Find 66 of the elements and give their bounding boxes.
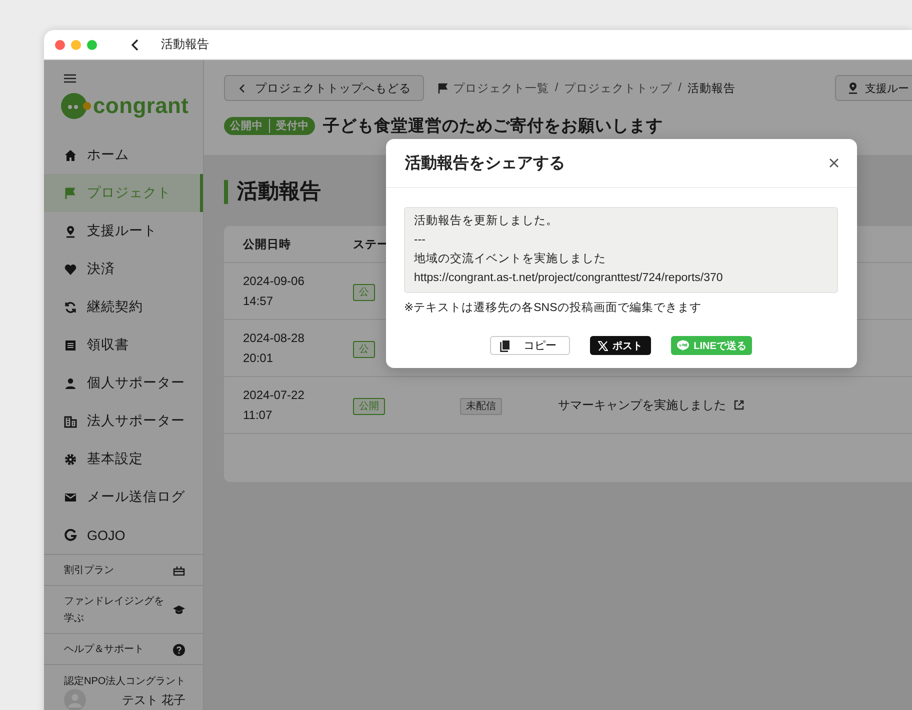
- gear-icon: [64, 452, 77, 466]
- dialog-title: 活動報告をシェアする: [405, 153, 565, 174]
- sidebar-link[interactable]: ファンドレイジングを学ぶ: [44, 586, 203, 634]
- organization-name: 認定NPO法人コングラント: [64, 676, 186, 687]
- flag-icon: [438, 82, 448, 94]
- report-title-link[interactable]: サマーキャンプを実施しました: [558, 396, 726, 414]
- flag-icon: [64, 186, 77, 200]
- note-text: ※テキストは遷移先の各SNSの投稿画面で編集できます: [404, 300, 702, 315]
- logo-icon: [61, 92, 91, 120]
- pin-icon: [848, 82, 858, 94]
- x-logo-icon: [598, 340, 608, 350]
- user-name: テスト 花子: [122, 692, 186, 708]
- sidebar-item[interactable]: ホーム: [44, 136, 203, 174]
- person-icon: [64, 376, 77, 390]
- status-tag: 公: [353, 284, 375, 300]
- close-icon[interactable]: [829, 158, 839, 168]
- building-icon: [64, 414, 77, 428]
- graduation-cap-icon: [173, 605, 185, 615]
- speech-bubble-icon: [676, 340, 689, 351]
- table-cell-text: 2024-09-06 14:57: [243, 273, 306, 310]
- breadcrumb-current: 活動報告: [687, 82, 736, 96]
- sidebar-item[interactable]: 個人サポーター: [44, 364, 203, 402]
- sidebar-item[interactable]: 継続契約: [44, 288, 203, 326]
- status-badge: 公開中 受付中: [224, 117, 315, 135]
- back-icon[interactable]: [131, 38, 139, 50]
- chevron-left-icon: [239, 84, 245, 92]
- pin-icon: [64, 224, 77, 238]
- sidebar-item[interactable]: GOJO: [44, 516, 203, 554]
- project-title: 子ども食堂運営のためご寄付をお願いします: [323, 116, 663, 137]
- sidebar-item[interactable]: 支援ルート: [44, 212, 203, 250]
- table-cell-text: 2024-07-22 11:07: [243, 387, 306, 424]
- table-cell-text: 2024-08-28 20:01: [243, 330, 306, 367]
- breadcrumb-link[interactable]: プロジェクトトップ: [564, 80, 672, 96]
- status-tag: 公開: [353, 398, 385, 414]
- route-button[interactable]: 支援ルー: [835, 75, 912, 101]
- breadcrumb-link[interactable]: プロジェクト一覧: [453, 80, 549, 96]
- share-text-field[interactable]: 活動報告を更新しました。 --- 地域の交流イベントを実施しました https://congrant.as-t.net/project/congranttest/724/reports/370: [404, 207, 838, 293]
- breadcrumb-separator: /: [555, 82, 558, 94]
- sidebar-item[interactable]: 基本設定: [44, 440, 203, 478]
- sidebar-link[interactable]: ヘルプ＆サポート: [44, 634, 203, 665]
- delivery-tag: 未配信: [460, 398, 502, 414]
- sidebar-item[interactable]: 法人サポーター: [44, 402, 203, 440]
- receipt-icon: [64, 338, 77, 352]
- logo-text: congrant: [93, 93, 189, 119]
- close-window-icon[interactable]: [55, 40, 65, 50]
- g-icon: [64, 528, 77, 542]
- back-button[interactable]: プロジェクトトップへもどる: [224, 75, 424, 101]
- home-icon: [64, 148, 77, 162]
- sync-icon: [64, 300, 77, 314]
- sidebar-item[interactable]: メール送信ログ: [44, 478, 203, 516]
- status-tag: 公: [353, 340, 375, 358]
- sidebar-link[interactable]: 割引プラン: [44, 555, 203, 586]
- heart-icon: [64, 262, 77, 276]
- copy-icon: [500, 340, 510, 352]
- external-link-icon[interactable]: [734, 400, 744, 410]
- breadcrumb-separator: /: [678, 82, 682, 94]
- copy-button[interactable]: コピー: [490, 336, 570, 355]
- sidebar-item[interactable]: 領収書: [44, 326, 203, 364]
- menu-icon[interactable]: [64, 74, 76, 83]
- gift-icon: [173, 565, 185, 576]
- post-button[interactable]: ポスト: [590, 336, 651, 355]
- help-icon: [173, 644, 185, 656]
- column-header: 公開日時: [243, 237, 292, 252]
- mail-icon: [64, 490, 77, 504]
- sidebar-item[interactable]: 決済: [44, 250, 203, 288]
- window-title: 活動報告: [161, 36, 209, 53]
